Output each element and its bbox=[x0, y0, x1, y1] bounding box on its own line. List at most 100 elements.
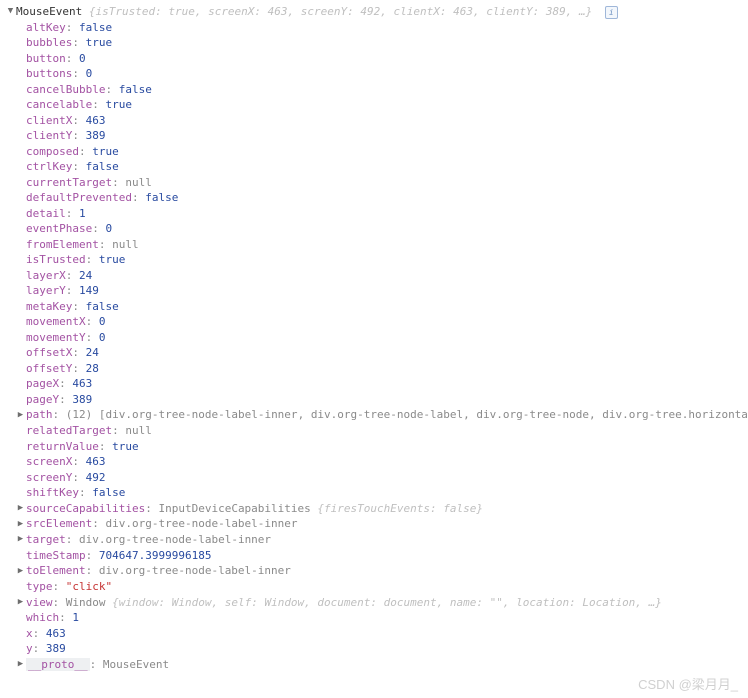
prop-value: 463 bbox=[86, 455, 106, 468]
prop-key: layerY bbox=[26, 284, 66, 297]
prop-x: x: 463 bbox=[6, 626, 748, 642]
prop-sourceCapabilities[interactable]: ▶sourceCapabilities: InputDeviceCapabili… bbox=[6, 501, 748, 517]
expand-arrow-icon[interactable]: ▼ bbox=[6, 4, 15, 20]
prop-clientX: clientX: 463 bbox=[6, 113, 748, 129]
prop-screenY: screenY: 492 bbox=[6, 470, 748, 486]
prop-value: false bbox=[86, 300, 119, 313]
prop-key: bubbles bbox=[26, 36, 72, 49]
prop-value: 1 bbox=[72, 611, 79, 624]
prop-key: pageY bbox=[26, 393, 59, 406]
prop-offsetY: offsetY: 28 bbox=[6, 361, 748, 377]
prop-cancelBubble: cancelBubble: false bbox=[6, 82, 748, 98]
prop-movementX: movementX: 0 bbox=[6, 314, 748, 330]
prop-value: false bbox=[92, 486, 125, 499]
prop-value: 0 bbox=[86, 67, 93, 80]
prop-key: defaultPrevented bbox=[26, 191, 132, 204]
prop-key: cancelBubble bbox=[26, 83, 105, 96]
prop-value: null bbox=[125, 424, 152, 437]
prop-defaultPrevented: defaultPrevented: false bbox=[6, 190, 748, 206]
prop-pageY: pageY: 389 bbox=[6, 392, 748, 408]
prop-path[interactable]: ▶path: (12) [div.org-tree-node-label-inn… bbox=[6, 407, 748, 423]
prop-timeStamp: timeStamp: 704647.3999996185 bbox=[6, 548, 748, 564]
prop-key: which bbox=[26, 611, 59, 624]
prop-value: 389 bbox=[46, 642, 66, 655]
prop-value: 0 bbox=[79, 52, 86, 65]
prop-key: movementY bbox=[26, 331, 86, 344]
prop-y: y: 389 bbox=[6, 641, 748, 657]
prop-key: returnValue bbox=[26, 440, 99, 453]
prop-value: 463 bbox=[86, 114, 106, 127]
prop-key: currentTarget bbox=[26, 176, 112, 189]
prop-target[interactable]: ▶target: div.org-tree-node-label-inner bbox=[6, 532, 748, 548]
prop-key: x bbox=[26, 627, 33, 640]
prop-value: 24 bbox=[86, 346, 99, 359]
prop-buttons: buttons: 0 bbox=[6, 66, 748, 82]
prop-clientY: clientY: 389 bbox=[6, 128, 748, 144]
prop-value: 149 bbox=[79, 284, 99, 297]
prop-key: fromElement bbox=[26, 238, 99, 251]
prop-composed: composed: true bbox=[6, 144, 748, 160]
prop-value: 24 bbox=[79, 269, 92, 282]
object-preview: {isTrusted: true, screenX: 463, screenY:… bbox=[89, 5, 592, 18]
prop-key: pageX bbox=[26, 377, 59, 390]
prop-value: null bbox=[125, 176, 152, 189]
prop-value: true bbox=[112, 440, 139, 453]
prop-detail: detail: 1 bbox=[6, 206, 748, 222]
prop-key: detail bbox=[26, 207, 66, 220]
prop-value: true bbox=[92, 145, 119, 158]
prop-eventPhase: eventPhase: 0 bbox=[6, 221, 748, 237]
prop-key: relatedTarget bbox=[26, 424, 112, 437]
prop-value: 28 bbox=[86, 362, 99, 375]
prop-key: layerX bbox=[26, 269, 66, 282]
prop-value: 492 bbox=[86, 471, 106, 484]
prop-shiftKey: shiftKey: false bbox=[6, 485, 748, 501]
collapsed-arrow-icon[interactable]: ▶ bbox=[16, 657, 25, 673]
prop-currentTarget: currentTarget: null bbox=[6, 175, 748, 191]
prop-toElement[interactable]: ▶toElement: div.org-tree-node-label-inne… bbox=[6, 563, 748, 579]
prop-screenX: screenX: 463 bbox=[6, 454, 748, 470]
prop-isTrusted: isTrusted: true bbox=[6, 252, 748, 268]
prop-key: eventPhase bbox=[26, 222, 92, 235]
prop-key: cancelable bbox=[26, 98, 92, 111]
collapsed-arrow-icon[interactable]: ▶ bbox=[16, 501, 25, 517]
prop-altKey: altKey: false bbox=[6, 20, 748, 36]
prop-key: offsetY bbox=[26, 362, 72, 375]
prop-value: 463 bbox=[46, 627, 66, 640]
prop-value: true bbox=[86, 36, 113, 49]
prop-layerX: layerX: 24 bbox=[6, 268, 748, 284]
prop-type: type: "click" bbox=[6, 579, 748, 595]
collapsed-arrow-icon[interactable]: ▶ bbox=[16, 408, 25, 424]
prop-value: false bbox=[145, 191, 178, 204]
prop-offsetX: offsetX: 24 bbox=[6, 345, 748, 361]
prop-value: null bbox=[112, 238, 139, 251]
prop-metaKey: metaKey: false bbox=[6, 299, 748, 315]
prop-movementY: movementY: 0 bbox=[6, 330, 748, 346]
prop-proto[interactable]: ▶__proto__: MouseEvent bbox=[6, 657, 748, 673]
prop-value: 0 bbox=[105, 222, 112, 235]
prop-srcElement[interactable]: ▶srcElement: div.org-tree-node-label-inn… bbox=[6, 516, 748, 532]
prop-value: 1 bbox=[79, 207, 86, 220]
collapsed-arrow-icon[interactable]: ▶ bbox=[16, 564, 25, 580]
prop-key: buttons bbox=[26, 67, 72, 80]
class-name: MouseEvent bbox=[16, 5, 82, 18]
prop-value: false bbox=[86, 160, 119, 173]
collapsed-arrow-icon[interactable]: ▶ bbox=[16, 595, 25, 611]
prop-key: composed bbox=[26, 145, 79, 158]
prop-key: y bbox=[26, 642, 33, 655]
info-icon[interactable]: i bbox=[605, 6, 618, 19]
prop-value: false bbox=[119, 83, 152, 96]
prop-bubbles: bubbles: true bbox=[6, 35, 748, 51]
prop-key: screenY bbox=[26, 471, 72, 484]
prop-view[interactable]: ▶view: Window {window: Window, self: Win… bbox=[6, 595, 748, 611]
prop-key: clientY bbox=[26, 129, 72, 142]
prop-value: false bbox=[79, 21, 112, 34]
collapsed-arrow-icon[interactable]: ▶ bbox=[16, 532, 25, 548]
object-header[interactable]: ▼MouseEvent {isTrusted: true, screenX: 4… bbox=[6, 4, 748, 20]
prop-key: clientX bbox=[26, 114, 72, 127]
collapsed-arrow-icon[interactable]: ▶ bbox=[16, 517, 25, 533]
prop-value: 463 bbox=[72, 377, 92, 390]
prop-value: 0 bbox=[99, 315, 106, 328]
prop-pageX: pageX: 463 bbox=[6, 376, 748, 392]
prop-key: shiftKey bbox=[26, 486, 79, 499]
prop-value: true bbox=[99, 253, 126, 266]
